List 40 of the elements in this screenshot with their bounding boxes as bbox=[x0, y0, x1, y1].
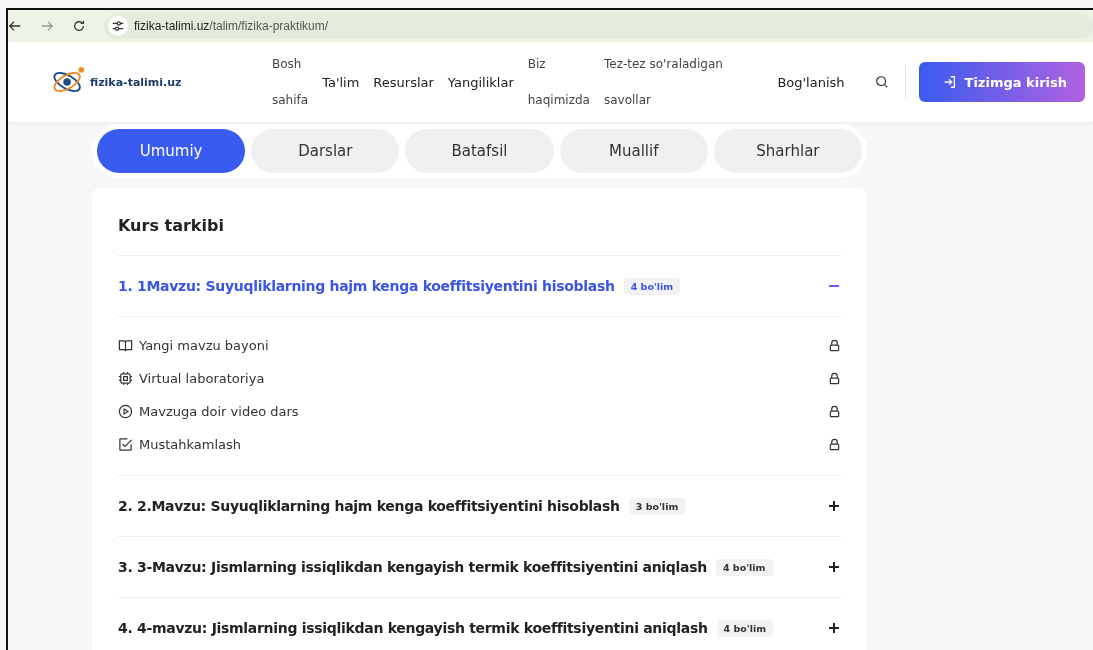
lesson-count-badge: 4 bo'lim bbox=[623, 277, 681, 295]
nav-link[interactable]: Yangiliklar bbox=[447, 74, 514, 90]
lesson-count-badge: 4 bo'lim bbox=[715, 558, 773, 576]
logo-text[interactable]: fizika-talimi.uz bbox=[90, 75, 182, 89]
lesson-count-badge: 3 bo'lim bbox=[628, 497, 686, 515]
site-settings-icon[interactable] bbox=[108, 16, 128, 36]
module-title[interactable]: 2. 2.Mavzu: Suyuqliklarning hajm kenga koeffitsiyentini hisoblash bbox=[118, 498, 620, 514]
expand-icon[interactable] bbox=[827, 621, 841, 635]
reload-icon[interactable] bbox=[72, 19, 86, 33]
nav-link[interactable]: Resurslar bbox=[373, 74, 434, 90]
section-title: Kurs tarkibi bbox=[118, 216, 225, 235]
login-button[interactable]: Tizimga kirish bbox=[918, 62, 1085, 102]
back-icon[interactable] bbox=[8, 19, 22, 33]
nav-link[interactable]: Bog'lanish bbox=[777, 74, 845, 90]
search-icon[interactable] bbox=[874, 75, 889, 89]
checkbox-icon bbox=[118, 437, 133, 452]
tab[interactable]: Darslar bbox=[251, 129, 400, 173]
book-icon bbox=[118, 338, 133, 353]
lesson-link[interactable]: Mavzuga doir video dars bbox=[139, 404, 299, 419]
lesson-count-badge: 4 bo'lim bbox=[716, 619, 774, 637]
address-bar[interactable]: fizika-talimi.uz/talim/fizika-praktikum/ bbox=[104, 13, 1093, 39]
lesson-link[interactable]: Mustahkamlash bbox=[139, 437, 242, 452]
tab[interactable]: Sharhlar bbox=[713, 129, 862, 173]
nav-link[interactable]: Biz haqimizda bbox=[527, 46, 590, 118]
play-icon bbox=[118, 404, 133, 419]
nav-link[interactable]: Tez-tez so'raladigan savollar bbox=[603, 46, 723, 118]
tab[interactable]: Muallif bbox=[559, 129, 708, 173]
module-title[interactable]: 4. 4-mavzu: Jismlarning issiqlikdan kengayish termik koeffitsiyentini aniqlash bbox=[118, 620, 708, 636]
nav-link[interactable]: Ta'lim bbox=[322, 74, 360, 90]
login-icon bbox=[942, 75, 957, 89]
module-title[interactable]: 1. 1Mavzu: Suyuqliklarning hajm kenga koeffitsiyentini hisoblash bbox=[118, 278, 615, 294]
tab[interactable]: Umumiy bbox=[97, 129, 246, 173]
chip-icon bbox=[118, 371, 133, 386]
expand-icon[interactable] bbox=[827, 499, 841, 513]
tab[interactable]: Batafsil bbox=[405, 129, 554, 173]
nav-link[interactable]: Bosh sahifa bbox=[272, 46, 309, 118]
lesson-link[interactable]: Yangi mavzu bayoni bbox=[139, 338, 269, 353]
module-title[interactable]: 3. 3-Mavzu: Jismlarning issiqlikdan kengayish termik koeffitsiyentini aniqlash bbox=[118, 559, 707, 575]
expand-icon[interactable] bbox=[827, 560, 841, 574]
lesson-link[interactable]: Virtual laboratoriya bbox=[139, 371, 265, 386]
